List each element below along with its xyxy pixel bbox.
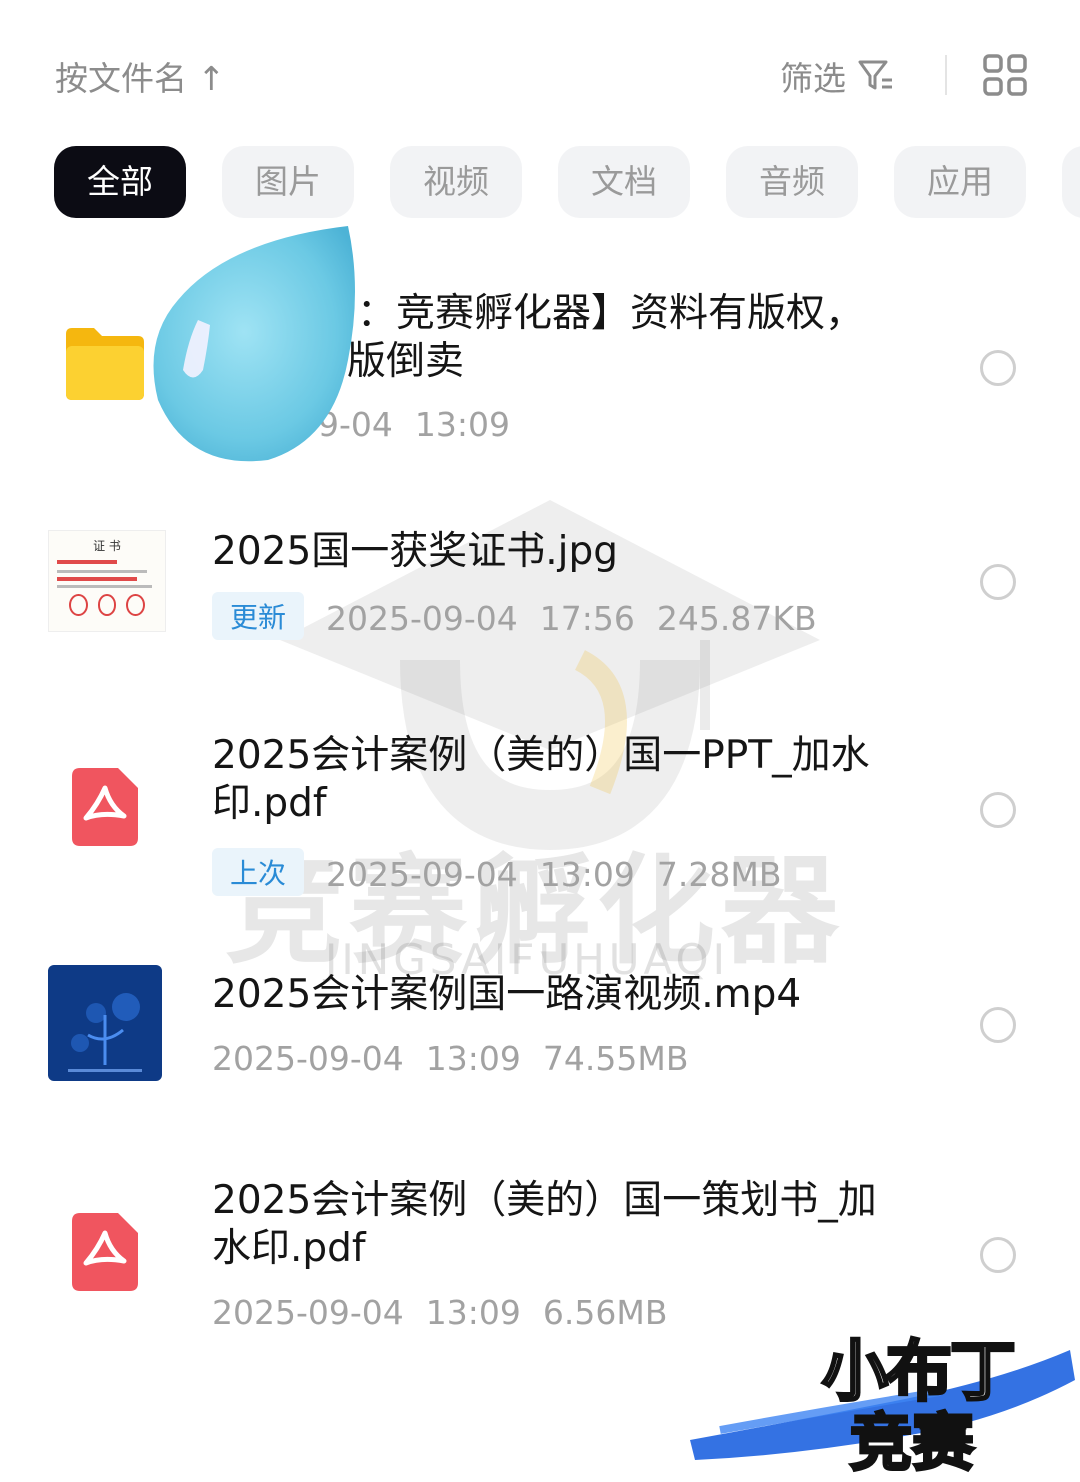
tab-more-partial[interactable] [1062,146,1080,218]
top-toolbar: 按文件名 ↑ 筛选 [0,0,1080,140]
file-size: 6.56MB [542,1293,668,1332]
file-time: 17:56 [539,599,635,638]
select-radio[interactable] [980,1007,1016,1043]
tab-audio[interactable]: 音频 [726,146,858,218]
tab-documents[interactable]: 文档 [558,146,690,218]
certificate-thumbnail: 证 书 [48,530,166,632]
file-meta: 更新 2025-09-04 17:56 245.87KB [212,592,839,640]
certificate-thumb-line [57,577,137,581]
pdf-icon [72,1213,138,1291]
select-radio[interactable] [980,564,1016,600]
file-name-line1: 2025会计案例（美的）国一策划书_加 [212,1178,877,1223]
file-size: 74.55MB [542,1039,689,1078]
tab-videos[interactable]: 视频 [390,146,522,218]
file-date: 2025-09-04 [326,599,518,638]
sort-by-name-button[interactable]: 按文件名 ↑ [55,52,225,100]
file-name-line2: 水印.pdf [212,1226,366,1271]
filter-button[interactable]: 筛选 [780,52,896,100]
filter-icon [858,60,892,90]
select-radio[interactable] [980,350,1016,386]
file-meta: 2025-09-04 13:09 74.55MB [212,1039,710,1078]
file-meta: 2025-09-04 13:09 6.56MB [212,1293,689,1332]
select-radio[interactable] [980,1237,1016,1273]
video-thumbnail [48,965,162,1081]
file-time: 13:09 [414,405,511,444]
certificate-seals [69,594,146,616]
file-date: 2025-09-04 [326,855,518,894]
file-time: 13:09 [539,855,635,894]
grid-view-icon[interactable] [982,53,1028,97]
select-radio[interactable] [980,792,1016,828]
file-time: 13:09 [425,1039,521,1078]
tab-apps[interactable]: 应用 [894,146,1026,218]
category-tabs: 全部 图片 视频 文档 音频 应用 [0,146,1080,220]
seal-icon [126,594,146,616]
file-size: 7.28MB [656,855,782,894]
file-name: 2025会计案例（美的）国一PPT_加水 印.pdf [212,732,902,828]
certificate-thumb-line [57,560,117,564]
file-name: 2025国一获奖证书.jpg [212,529,618,574]
certificate-thumbnail-title: 证 书 [93,539,121,553]
tab-all[interactable]: 全部 [54,146,186,218]
certificate-thumb-line [57,570,147,573]
update-badge: 更新 [212,592,305,640]
last-opened-badge: 上次 [212,848,305,896]
tab-images[interactable]: 图片 [222,146,354,218]
file-date: 2025-09-04 [212,1039,404,1078]
file-name-line2: 印.pdf [212,781,327,826]
seal-icon [97,594,117,616]
file-date: 2025-09-04 [212,1293,404,1332]
file-name: 2025会计案例（美的）国一策划书_加 水印.pdf [212,1177,902,1273]
certificate-thumb-line [57,585,152,588]
file-name: 2025会计案例国一路演视频.mp4 [212,972,802,1017]
seal-icon [69,594,88,616]
filter-label: 筛选 [780,59,846,98]
pdf-icon [72,768,138,846]
folder-icon [66,328,144,400]
file-name-line1: 2025会计案例（美的）国一PPT_加水 [212,733,870,778]
file-time: 13:09 [425,1293,521,1332]
water-drop-sticker [153,226,355,462]
toolbar-divider [945,55,947,95]
file-size: 245.87KB [656,599,817,638]
file-meta: 上次 2025-09-04 13:09 7.28MB [212,848,804,896]
